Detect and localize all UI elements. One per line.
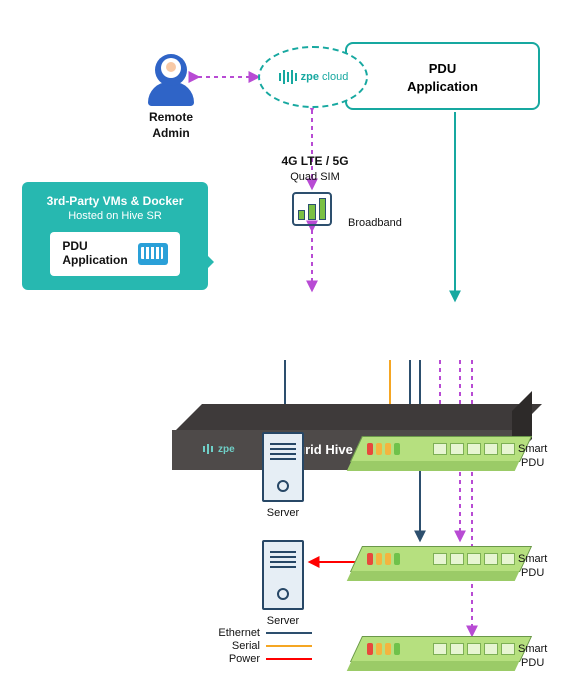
server-2: Server <box>262 540 304 628</box>
legend-power-label: Power <box>208 653 260 665</box>
legend-serial-label: Serial <box>208 640 260 652</box>
legend-eth-label: Ethernet <box>208 627 260 639</box>
cloud-app-box: PDUApplication <box>345 42 540 110</box>
legend: Ethernet Serial Power <box>208 626 312 666</box>
callout-card: 3rd-Party VMs & Docker Hosted on Hive SR… <box>22 182 208 290</box>
cloud-icon: zpecloud <box>258 46 368 108</box>
remote-admin: RemoteAdmin <box>148 54 194 141</box>
callout-app-label: PDUApplication <box>62 240 127 268</box>
cloud-suffix: cloud <box>322 71 348 83</box>
docker-icon <box>138 243 168 265</box>
pdu-icon <box>350 436 532 462</box>
zpe-cloud-logo: zpecloud <box>278 70 349 84</box>
server-1: Server <box>262 432 304 520</box>
signal-icon <box>292 192 332 226</box>
hive-brand-text: zpe <box>218 444 235 455</box>
callout-inner-card: PDUApplication <box>50 232 179 276</box>
wireless-title: 4G LTE / 5G <box>270 154 360 170</box>
callout-subtitle: Hosted on Hive SR <box>32 210 198 222</box>
callout-title: 3rd-Party VMs & Docker <box>32 194 198 208</box>
smart-pdu-1 <box>356 436 526 462</box>
user-icon <box>155 54 187 86</box>
pdu-icon <box>350 546 532 572</box>
pdu-2-label: SmartPDU <box>518 552 547 581</box>
pdu-icon <box>350 636 532 662</box>
remote-admin-label: RemoteAdmin <box>149 110 193 141</box>
server-1-label: Server <box>267 506 299 520</box>
cloud-brand: zpe <box>301 71 319 83</box>
hive-brand-logo: zpe <box>202 444 235 455</box>
server-icon <box>262 432 304 502</box>
smart-pdu-3 <box>356 636 526 662</box>
server-icon <box>262 540 304 610</box>
broadband-label: Broadband <box>348 216 402 230</box>
pdu-3-label: SmartPDU <box>518 642 547 671</box>
cloud-app-label: PDUApplication <box>407 61 478 94</box>
wireless-subtitle: Quad SIM <box>270 170 360 184</box>
smart-pdu-2 <box>356 546 526 572</box>
pdu-1-label: SmartPDU <box>518 442 547 471</box>
